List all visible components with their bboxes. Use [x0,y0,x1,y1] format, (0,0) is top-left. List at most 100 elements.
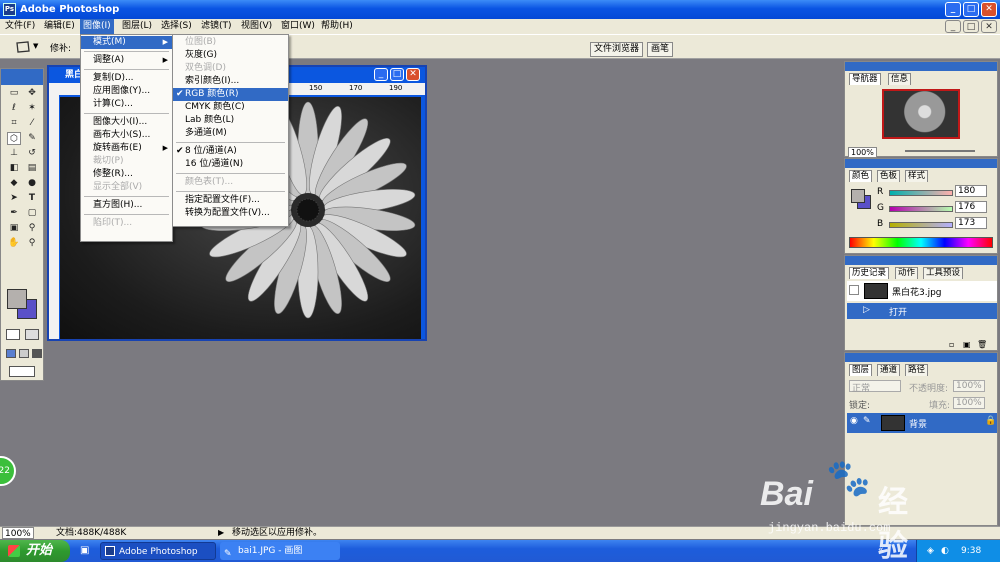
tab-navigator[interactable]: 导航器 [849,73,881,85]
jump-to-imageready-icon[interactable] [9,366,35,377]
notes-tool-icon[interactable]: ▣ [7,222,21,235]
stamp-tool-icon[interactable]: ⊥ [7,147,21,160]
type-tool-icon[interactable]: T [25,192,39,205]
menu-item[interactable]: 灰度(G) [173,49,288,62]
menu-item[interactable]: ✔ 8 位/通道(A) [173,145,288,158]
tab-paths[interactable]: 路径 [905,364,929,376]
history-state-row[interactable]: ▷ 打开 [847,303,997,319]
status-arrow-icon[interactable]: ▶ [218,527,224,539]
foreground-color-swatch[interactable] [7,289,27,309]
channel-b-slider[interactable] [889,222,953,228]
navigator-thumbnail[interactable] [882,89,960,139]
dodge-tool-icon[interactable]: ● [25,177,39,190]
menu-item[interactable]: Lab 颜色(L) [173,114,288,127]
menu-item[interactable]: 画布大小(S)... [81,129,172,142]
tab-brushes[interactable]: 画笔 [647,42,674,57]
menu-view[interactable]: 视图(V) [238,19,275,34]
menu-item[interactable]: 修整(R)... [81,168,172,181]
color-fg-swatch[interactable] [851,189,865,203]
layer-visibility-eye-icon[interactable]: ◉ [850,416,858,426]
status-zoom-field[interactable]: 100% [2,527,34,539]
menu-item[interactable]: 图像大小(I)... [81,116,172,129]
path-select-icon[interactable]: ➤ [7,192,21,205]
menu-item[interactable]: CMYK 颜色(C) [173,101,288,114]
start-button[interactable]: 开始 [0,540,70,562]
tab-channels[interactable]: 通道 [877,364,901,376]
blur-tool-icon[interactable]: ◆ [7,177,21,190]
menu-item[interactable]: 索引颜色(I)... [173,75,288,88]
slice-tool-icon[interactable]: ⁄ [25,117,39,130]
quickmask-mode-icon[interactable] [25,329,39,340]
standard-mode-icon[interactable] [6,329,20,340]
marquee-tool-icon[interactable]: ▭ [7,87,21,100]
layer-row-background[interactable]: ◉ ✎ 背景 🔒 [847,413,997,433]
menu-help[interactable]: 帮助(H) [318,19,356,34]
menu-item[interactable]: 旋转画布(E) ▶ [81,142,172,155]
navigator-zoom-field[interactable]: 100% [848,147,877,158]
history-brush-source-icon[interactable] [849,285,859,295]
taskbar-item-photoshop[interactable]: Adobe Photoshop [100,542,216,560]
tab-color[interactable]: 颜色 [849,170,873,182]
patch-tool-icon[interactable] [14,40,32,54]
menu-file[interactable]: 文件(F) [2,19,38,34]
color-spectrum-bar[interactable] [849,237,993,248]
tab-styles[interactable]: 样式 [905,170,929,182]
menu-edit[interactable]: 编辑(E) [41,19,78,34]
hand-tool-icon[interactable]: ✋ [7,237,21,250]
opacity-field[interactable]: 100% [953,380,985,392]
history-snapshot-row[interactable]: 黑白花3.jpg [847,281,997,301]
tab-history[interactable]: 历史记录 [849,267,890,279]
fill-field[interactable]: 100% [953,397,985,409]
channel-r-slider[interactable] [889,190,953,196]
doc-window-close-button[interactable]: ✕ [406,68,420,81]
channel-r-value[interactable]: 180 [955,185,987,197]
tab-file-browser[interactable]: 文件浏览器 [590,42,644,57]
tab-tool-presets[interactable]: 工具预设 [923,267,964,279]
screen-mode-full-icon[interactable] [32,349,42,358]
menu-item[interactable]: 直方图(H)... [81,199,172,212]
brush-tool-icon[interactable]: ✎ [25,132,39,145]
minimize-button[interactable]: _ [945,2,961,17]
menu-item[interactable]: 转换为配置文件(V)... [173,207,288,220]
menu-layer[interactable]: 图层(L) [119,19,155,34]
history-brush-icon[interactable]: ↺ [25,147,39,160]
navigator-zoom-slider[interactable] [905,150,975,152]
menu-item[interactable]: 调整(A) ▶ [81,54,172,67]
screen-mode-standard-icon[interactable] [6,349,16,358]
floating-badge[interactable]: 22 [0,456,16,486]
menu-image[interactable]: 图像(I) [80,19,114,34]
eraser-tool-icon[interactable]: ◧ [7,162,21,175]
channel-g-slider[interactable] [889,206,953,212]
menu-item[interactable]: 多通道(M) [173,127,288,140]
menu-item[interactable]: 复制(D)... [81,72,172,85]
close-button[interactable]: ✕ [981,2,997,17]
delete-state-icon[interactable]: 🗑 [977,340,987,349]
menu-item[interactable]: 应用图像(Y)... [81,85,172,98]
doc-minimize-button[interactable]: _ [945,20,961,33]
menu-filter[interactable]: 滤镜(T) [198,19,235,34]
tab-swatches[interactable]: 色板 [877,170,901,182]
menu-item[interactable]: 16 位/通道(N) [173,158,288,171]
menu-item[interactable]: ✔ RGB 颜色(R) [173,88,288,101]
patch-tool-selected-icon[interactable]: ⬡ [7,132,21,145]
channel-b-value[interactable]: 173 [955,217,987,229]
show-desktop-icon[interactable]: ▣ [80,545,89,556]
doc-window-maximize-button[interactable]: □ [390,68,404,81]
layer-brush-icon[interactable]: ✎ [863,416,871,426]
menu-item[interactable]: 模式(M) ▶ [81,36,172,49]
menu-window[interactable]: 窗口(W) [278,19,318,34]
zoom-tool-icon[interactable]: ⚲ [25,237,39,250]
tab-actions[interactable]: 动作 [895,267,919,279]
crop-tool-icon[interactable]: ⌗ [7,117,21,130]
volume-icon[interactable]: ◐ [941,540,949,562]
channel-g-value[interactable]: 176 [955,201,987,213]
lasso-tool-icon[interactable]: ℓ [7,102,21,115]
pen-tool-icon[interactable]: ✒ [7,207,21,220]
menu-item[interactable]: 指定配置文件(F)... [173,194,288,207]
gradient-tool-icon[interactable]: ▤ [25,162,39,175]
menu-select[interactable]: 选择(S) [158,19,195,34]
doc-restore-button[interactable]: □ [963,20,979,33]
maximize-button[interactable]: □ [963,2,979,17]
blend-mode-select[interactable]: 正常 [849,380,901,394]
tab-layers[interactable]: 图层 [849,364,873,376]
